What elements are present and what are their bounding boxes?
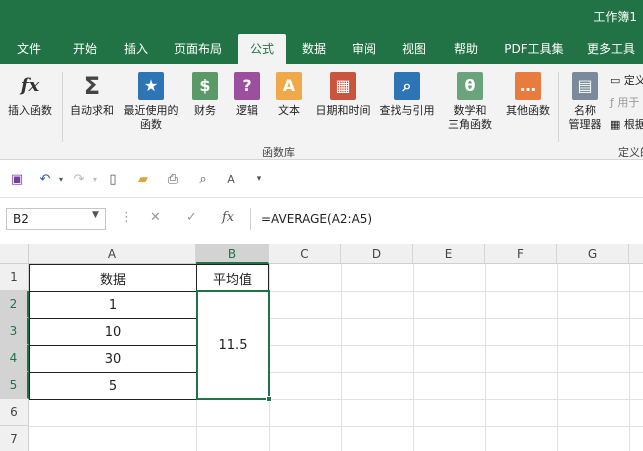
ribbon-separator bbox=[62, 72, 63, 142]
cell-a4[interactable]: 30 bbox=[29, 345, 197, 373]
ribbon-formulas: fx 插入函数 Σ 自动求和 ★ 最近使用的 函数 $ 财务 ? 逻辑 A 文本… bbox=[0, 64, 643, 160]
more-functions-icon: … bbox=[515, 72, 541, 100]
spelling-icon[interactable]: A bbox=[222, 171, 240, 187]
sum-icon: Σ bbox=[83, 72, 101, 100]
column-header-c[interactable]: C bbox=[269, 244, 341, 264]
lookup-reference-button[interactable]: ⌕ 查找与引用 bbox=[376, 72, 438, 118]
math-trig-button[interactable]: θ 数学和 三角函数 bbox=[440, 72, 500, 132]
print-icon[interactable]: ⎙ bbox=[164, 171, 182, 187]
customize-toolbar-icon[interactable]: ▾ bbox=[250, 171, 268, 187]
name-box[interactable]: B2 bbox=[6, 208, 106, 230]
undo-dropdown-icon[interactable]: ▾ bbox=[52, 171, 70, 187]
row-header-4[interactable]: 4 bbox=[0, 345, 29, 372]
gridline bbox=[485, 264, 486, 451]
define-name-button[interactable]: ▭ 定义 bbox=[610, 72, 643, 88]
name-box-dropdown-icon[interactable]: ▼ bbox=[92, 210, 99, 220]
ribbon-tabs: 文件 开始 插入 页面布局 公式 数据 审阅 视图 帮助 PDF工具集 更多工具 bbox=[0, 34, 643, 64]
tab-more-tools[interactable]: 更多工具 bbox=[582, 34, 640, 64]
column-header-g[interactable]: G bbox=[557, 244, 629, 264]
text-button[interactable]: A 文本 bbox=[270, 72, 308, 118]
gridline bbox=[557, 264, 558, 451]
name-manager-button[interactable]: ▤ 名称 管理器 bbox=[562, 72, 608, 132]
column-header-h[interactable] bbox=[629, 244, 643, 264]
name-manager-icon: ▤ bbox=[572, 72, 598, 100]
row-header-5[interactable]: 5 bbox=[0, 372, 29, 399]
tab-home[interactable]: 开始 bbox=[62, 34, 108, 64]
recently-used-button[interactable]: ★ 最近使用的 函数 bbox=[120, 72, 182, 132]
row-header-2[interactable]: 2 bbox=[0, 291, 29, 318]
insert-function-icon[interactable]: fx bbox=[222, 210, 234, 225]
calendar-icon: ▦ bbox=[330, 72, 356, 100]
row-header-6[interactable]: 6 bbox=[0, 399, 29, 426]
column-header-a[interactable]: A bbox=[29, 244, 196, 264]
row-header-3[interactable]: 3 bbox=[0, 318, 29, 345]
fill-handle[interactable] bbox=[266, 396, 272, 402]
formula-input[interactable]: =AVERAGE(A2:A5) bbox=[250, 208, 643, 230]
cell-a2[interactable]: 1 bbox=[29, 291, 197, 319]
coins-icon: $ bbox=[192, 72, 218, 100]
column-header-b[interactable]: B bbox=[196, 244, 269, 264]
text-icon: A bbox=[276, 72, 302, 100]
cell-b1[interactable]: 平均值 bbox=[196, 264, 269, 292]
new-file-icon[interactable]: ▯ bbox=[104, 171, 122, 187]
title-bar: 工作簿1 bbox=[0, 0, 643, 34]
tab-page-layout[interactable]: 页面布局 bbox=[166, 34, 230, 64]
autosum-button[interactable]: Σ 自动求和 bbox=[66, 72, 118, 118]
tab-insert[interactable]: 插入 bbox=[113, 34, 159, 64]
more-icon: ⋮ bbox=[120, 210, 133, 225]
row-header-1[interactable]: 1 bbox=[0, 264, 29, 291]
financial-button[interactable]: $ 财务 bbox=[186, 72, 224, 118]
logical-button[interactable]: ? 逻辑 bbox=[228, 72, 266, 118]
tab-formulas[interactable]: 公式 bbox=[238, 34, 286, 64]
tab-help[interactable]: 帮助 bbox=[444, 34, 488, 64]
use-in-formula-button[interactable]: ƒ 用于 bbox=[610, 94, 639, 110]
print-preview-icon[interactable]: ⌕ bbox=[194, 171, 212, 187]
group-label-defined-names: 定义的 bbox=[618, 146, 643, 159]
save-icon[interactable]: ▣ bbox=[8, 171, 26, 187]
tab-data[interactable]: 数据 bbox=[292, 34, 336, 64]
spreadsheet-grid: A B C D E F G 1 2 3 4 5 6 7 数据 平均值 1 10 … bbox=[0, 244, 643, 451]
group-label-function-library: 函数库 bbox=[262, 146, 295, 159]
function-icon: fx bbox=[20, 75, 40, 96]
insert-function-button[interactable]: fx 插入函数 bbox=[4, 72, 56, 118]
row-header-7[interactable]: 7 bbox=[0, 426, 29, 451]
star-icon: ★ bbox=[138, 72, 164, 100]
gridline bbox=[629, 264, 630, 451]
select-all-corner[interactable] bbox=[0, 244, 29, 264]
tab-pdf-tools[interactable]: PDF工具集 bbox=[498, 34, 570, 64]
cell-a1[interactable]: 数据 bbox=[29, 264, 197, 292]
more-functions-button[interactable]: … 其他函数 bbox=[502, 72, 554, 118]
formula-bar: B2 ▼ ⋮ ✕ ✓ fx =AVERAGE(A2:A5) bbox=[0, 198, 643, 244]
cell-b2-merged[interactable]: 11.5 bbox=[196, 290, 270, 400]
cancel-icon[interactable]: ✕ bbox=[150, 210, 161, 225]
tab-view[interactable]: 视图 bbox=[392, 34, 436, 64]
ribbon-separator bbox=[558, 72, 559, 142]
confirm-icon[interactable]: ✓ bbox=[186, 210, 197, 225]
tab-review[interactable]: 审阅 bbox=[342, 34, 386, 64]
cell-a5[interactable]: 5 bbox=[29, 372, 197, 400]
column-header-d[interactable]: D bbox=[341, 244, 413, 264]
gridline bbox=[29, 426, 643, 427]
theta-icon: θ bbox=[457, 72, 483, 100]
search-icon: ⌕ bbox=[394, 72, 420, 100]
redo-dropdown-icon[interactable]: ▾ bbox=[86, 171, 104, 187]
gridline bbox=[413, 264, 414, 451]
column-header-f[interactable]: F bbox=[485, 244, 557, 264]
question-icon: ? bbox=[234, 72, 260, 100]
tab-file[interactable]: 文件 bbox=[6, 34, 52, 64]
open-folder-icon[interactable]: ▰ bbox=[134, 171, 152, 187]
create-from-selection-button[interactable]: ▦ 根据 bbox=[610, 116, 643, 132]
workbook-title: 工作簿1 bbox=[593, 10, 637, 24]
quick-access-toolbar: ▣ ↶ ▾ ↷ ▾ ▯ ▰ ⎙ ⌕ A ▾ bbox=[0, 160, 643, 198]
date-time-button[interactable]: ▦ 日期和时间 bbox=[312, 72, 374, 118]
column-header-e[interactable]: E bbox=[413, 244, 485, 264]
cell-a3[interactable]: 10 bbox=[29, 318, 197, 346]
gridline bbox=[341, 264, 342, 451]
